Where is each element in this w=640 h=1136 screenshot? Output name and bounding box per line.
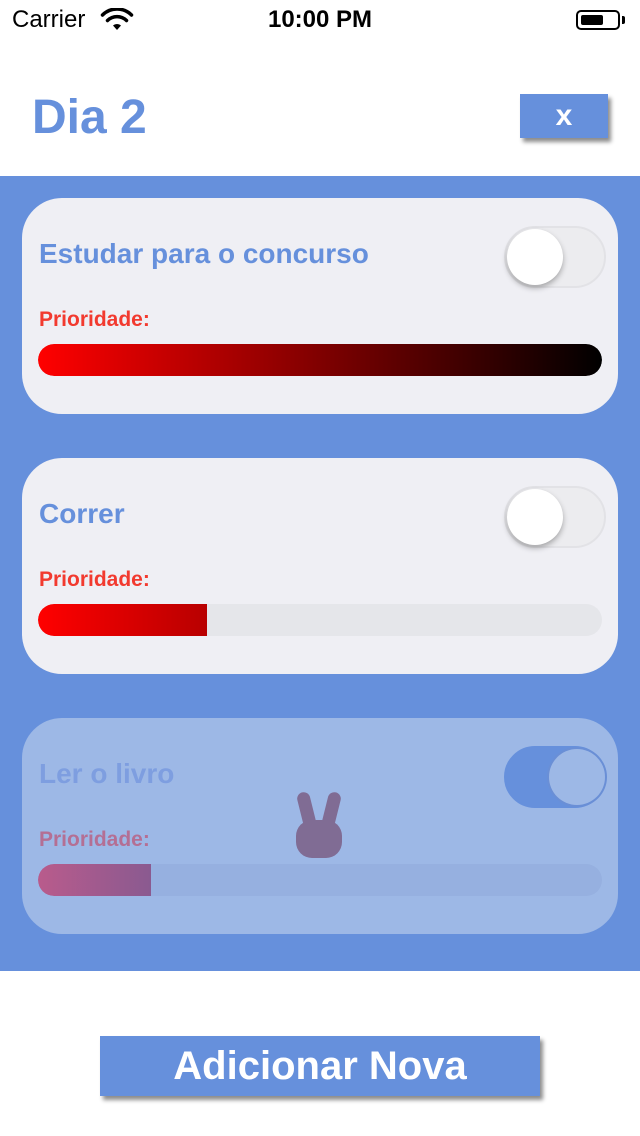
task-toggle[interactable] — [504, 746, 606, 808]
task-title: Estudar para o concurso — [39, 238, 369, 269]
priority-label: Prioridade: — [39, 568, 150, 591]
status-bar: Carrier 10:00 PM — [0, 0, 640, 40]
priority-bar — [38, 864, 602, 896]
battery-tip — [622, 16, 625, 24]
close-button[interactable]: x — [520, 94, 608, 138]
task-card: Estudar para o concurso Prioridade: — [22, 198, 618, 414]
clock: 10:00 PM — [267, 6, 373, 33]
priority-fill — [38, 604, 208, 636]
priority-bar — [38, 604, 602, 636]
task-toggle[interactable] — [504, 226, 606, 288]
priority-bar — [38, 344, 602, 376]
toggle-knob — [507, 489, 563, 545]
task-title: Correr — [39, 498, 125, 529]
priority-fill — [38, 864, 151, 896]
priority-fill — [38, 344, 602, 376]
task-card: Correr Prioridade: — [22, 458, 618, 674]
task-title: Ler o livro — [39, 758, 175, 789]
toggle-knob — [549, 749, 605, 805]
priority-label: Prioridade: — [39, 828, 150, 851]
add-task-button[interactable]: Adicionar Nova — [100, 1036, 540, 1096]
task-toggle[interactable] — [504, 486, 606, 548]
toggle-knob — [507, 229, 563, 285]
peace-hand-icon — [296, 792, 342, 858]
battery-icon — [576, 10, 620, 30]
priority-label: Prioridade: — [39, 308, 150, 331]
page-title: Dia 2 — [32, 91, 147, 144]
